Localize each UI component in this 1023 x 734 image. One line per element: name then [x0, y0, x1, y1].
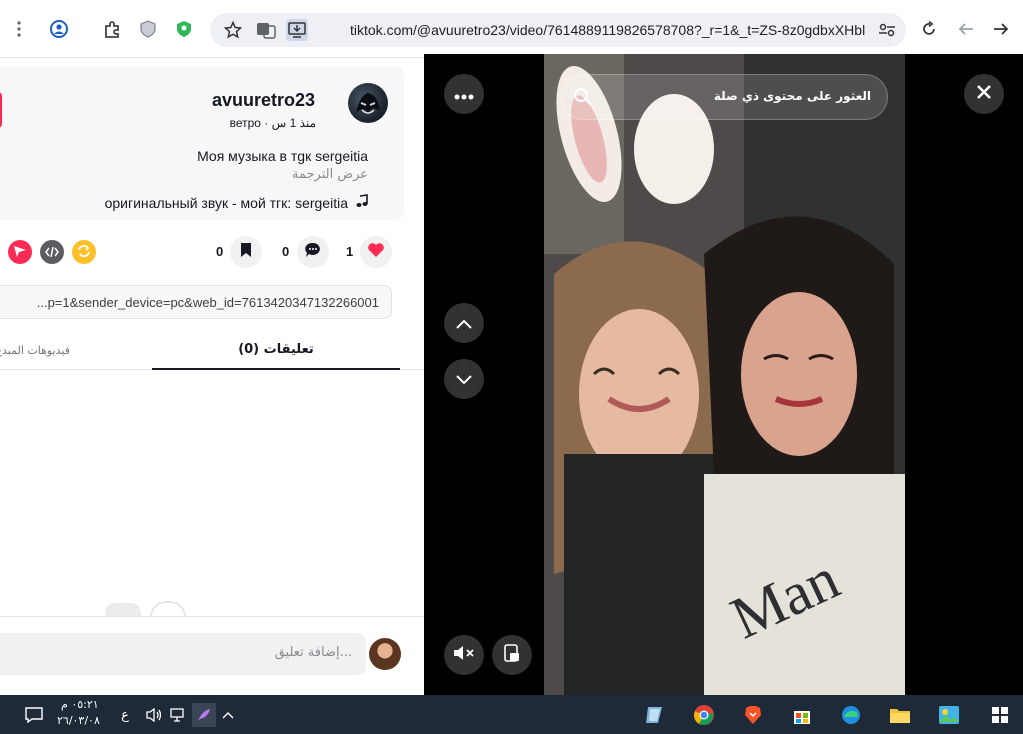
- post-description: Моя музыка в тgк sergeitia: [197, 148, 368, 164]
- feather-app-icon[interactable]: [192, 703, 216, 727]
- edge-icon[interactable]: [839, 703, 863, 727]
- glass-app-icon[interactable]: [642, 703, 666, 727]
- chrome-icon[interactable]: [692, 703, 716, 727]
- browser-toolbar: tiktok.com/@avuuretro23/video/7614889119…: [0, 0, 1023, 58]
- comment-placeholder: إضافة تعليق...: [274, 645, 352, 660]
- site-settings-icon[interactable]: [876, 19, 898, 41]
- next-video-button[interactable]: [444, 359, 484, 399]
- more-options-button[interactable]: [444, 74, 484, 114]
- photo-app-icon[interactable]: [937, 703, 961, 727]
- share-link-text: ...p=1&sender_device=pc&web_id=761342034…: [36, 295, 379, 310]
- user-avatar: [369, 638, 401, 670]
- search-icon: [573, 87, 593, 111]
- music-note-icon: [356, 194, 368, 211]
- loading-placeholder: [150, 601, 186, 617]
- like-button[interactable]: [360, 236, 392, 268]
- close-button[interactable]: [964, 74, 1004, 114]
- forward-arrow-icon[interactable]: [990, 18, 1012, 40]
- back-arrow-icon[interactable]: [955, 18, 977, 40]
- speaker-muted-icon: [453, 645, 475, 665]
- save-count: 0: [216, 244, 224, 259]
- related-search-bar[interactable]: العثور على محتوى ذي صلة: [560, 74, 888, 120]
- embed-code-icon: [45, 243, 59, 262]
- see-translation-link[interactable]: عرض الترجمة: [292, 167, 368, 182]
- chevron-down-icon: [456, 370, 472, 389]
- author-subline: ветро · منذ 1 س: [229, 116, 316, 130]
- shield-icon[interactable]: [137, 18, 159, 40]
- tab-creator-videos[interactable]: فيديوهات المبدع: [0, 330, 70, 370]
- floating-player-button[interactable]: [492, 635, 532, 675]
- close-icon: [976, 84, 992, 104]
- volume-icon[interactable]: [143, 703, 167, 727]
- translate-page-icon[interactable]: [255, 19, 277, 41]
- clock-time[interactable]: ٠٥:٢١ م: [61, 698, 99, 711]
- brave-icon[interactable]: [741, 703, 765, 727]
- comment-bar: إضافة تعليق...: [0, 616, 424, 695]
- picture-in-picture-icon: [504, 644, 520, 666]
- bookmark-star-icon[interactable]: [222, 19, 244, 41]
- reload-icon[interactable]: [918, 18, 940, 40]
- windows-taskbar: ٠٥:٢١ م ٢٦/٠٣/٠٨ ع: [0, 695, 1023, 734]
- repost-button[interactable]: [72, 240, 96, 264]
- comment-bubble-icon: [304, 241, 322, 263]
- clock-date[interactable]: ٢٦/٠٣/٠٨: [57, 714, 100, 727]
- save-button[interactable]: [230, 236, 262, 268]
- copy-link-box[interactable]: ...p=1&sender_device=pc&web_id=761342034…: [0, 285, 392, 319]
- chevron-up-icon[interactable]: [216, 703, 240, 727]
- bookmark-icon: [239, 242, 253, 262]
- comment-count: 0: [282, 244, 290, 259]
- comment-button[interactable]: [297, 236, 329, 268]
- profile-icon[interactable]: [48, 18, 70, 40]
- vpn-shield-icon[interactable]: [173, 18, 195, 40]
- heart-icon: [367, 242, 385, 262]
- video-player[interactable]: Man العثور على محتوى ذي صلة: [424, 54, 1023, 695]
- video-frame[interactable]: Man: [544, 54, 905, 695]
- tab-comments[interactable]: (0) تعليقات: [152, 330, 400, 370]
- chevron-up-icon: [456, 314, 472, 333]
- input-language[interactable]: ع: [113, 703, 137, 727]
- extensions-icon[interactable]: [101, 18, 123, 40]
- follow-button[interactable]: [0, 92, 2, 128]
- file-explorer-icon[interactable]: [888, 703, 912, 727]
- menu-dots-icon[interactable]: [8, 18, 30, 40]
- music-title: оригинальный звук - мой тгк: sergeitia: [104, 194, 348, 211]
- related-search-text: العثور على محتوى ذي صلة: [713, 89, 871, 103]
- paper-plane-icon: [13, 243, 27, 262]
- windows-start-icon[interactable]: [988, 703, 1012, 727]
- network-icon[interactable]: [167, 703, 191, 727]
- address-bar[interactable]: tiktok.com/@avuuretro23/video/7614889119…: [210, 13, 906, 47]
- loading-placeholder: [105, 603, 141, 617]
- music-link[interactable]: оригинальный звук - мой тгк: sergeitia: [105, 194, 368, 211]
- url-text[interactable]: tiktok.com/@avuuretro23/video/7614889119…: [350, 22, 870, 38]
- more-dots-icon: [454, 85, 474, 104]
- repost-icon: [77, 243, 91, 262]
- comment-input[interactable]: إضافة تعليق...: [0, 633, 366, 675]
- avatar[interactable]: [348, 83, 388, 123]
- send-button[interactable]: [8, 240, 32, 264]
- embed-button[interactable]: [40, 240, 64, 264]
- like-count: 1: [346, 244, 354, 259]
- tabs-bar: (0) تعليقات فيديوهات المبدع: [0, 330, 424, 370]
- store-icon[interactable]: [790, 703, 814, 727]
- mute-button[interactable]: [444, 635, 484, 675]
- notifications-icon[interactable]: [22, 703, 46, 727]
- previous-video-button[interactable]: [444, 303, 484, 343]
- username[interactable]: avuuretro23: [212, 90, 315, 111]
- post-details-panel: avuuretro23 ветро · منذ 1 س Моя музыка в…: [0, 58, 424, 695]
- post-info-card: avuuretro23 ветро · منذ 1 س Моя музыка в…: [0, 66, 404, 220]
- install-app-icon[interactable]: [286, 19, 308, 41]
